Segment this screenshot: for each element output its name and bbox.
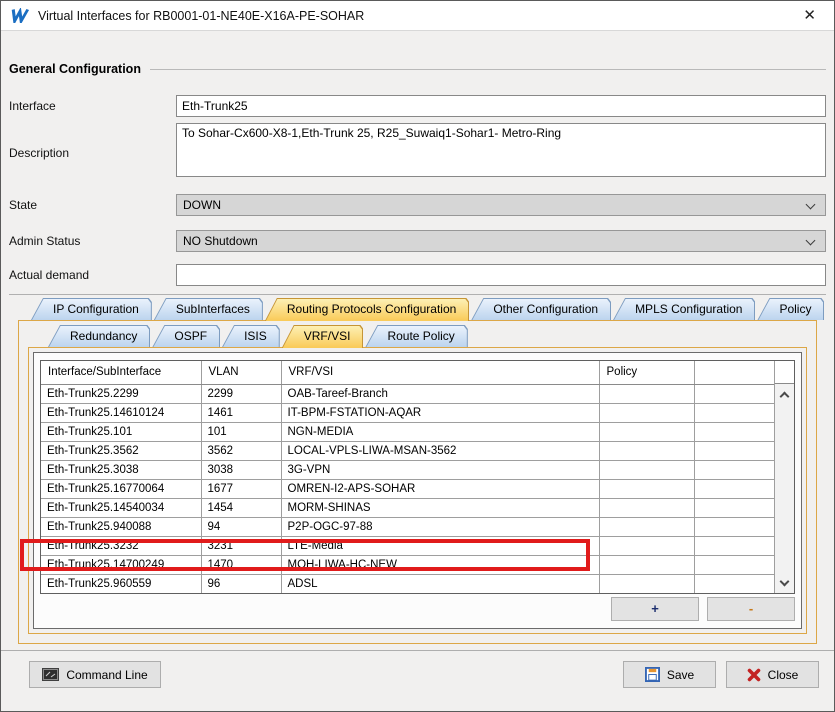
admin-status-value: NO Shutdown (183, 234, 258, 248)
table-row[interactable]: Eth-Trunk25.96055996ADSL (41, 574, 774, 593)
vrf-vsi-panel: Interface/SubInterface VLAN VRF/VSI Poli… (28, 347, 807, 634)
title-bar: Virtual Interfaces for RB0001-01-NE40E-X… (1, 1, 834, 31)
app-logo-icon (11, 8, 31, 24)
state-value: DOWN (183, 198, 221, 212)
subinterface-table: Interface/SubInterface VLAN VRF/VSI Poli… (40, 360, 795, 594)
tab-ip-configuration[interactable]: IP Configuration (31, 298, 152, 320)
description-row: Description To Sohar-Cx600-X8-1,Eth-Trun… (9, 123, 826, 182)
group-heading: General Configuration (9, 62, 141, 76)
tab-mpls-configuration[interactable]: MPLS Configuration (613, 298, 755, 320)
dialog-body: General Configuration Interface Descript… (1, 62, 834, 644)
general-configuration-header: General Configuration (9, 62, 826, 76)
col-vrf-vsi[interactable]: VRF/VSI (281, 361, 599, 384)
console-icon (42, 668, 59, 681)
tab-routing-protocols-configuration[interactable]: Routing Protocols Configuration (265, 298, 469, 321)
interface-label: Interface (9, 99, 176, 113)
scroll-up-button[interactable] (775, 384, 794, 404)
close-button[interactable]: Close (726, 661, 819, 688)
chevron-down-icon (780, 576, 790, 586)
actual-demand-row: Actual demand (9, 264, 826, 286)
row-actions: + - (40, 597, 795, 621)
routing-protocols-panel: Redundancy OSPF ISIS VRF/VSI Route Polic… (18, 320, 817, 644)
tab-isis[interactable]: ISIS (222, 325, 280, 347)
admin-status-row: Admin Status NO Shutdown (9, 230, 826, 252)
vertical-scrollbar[interactable] (774, 361, 794, 593)
tab-redundancy[interactable]: Redundancy (48, 325, 150, 347)
table-row[interactable]: Eth-Trunk25.94008894P2P-OGC-97-88 (41, 517, 774, 536)
tab-other-configuration[interactable]: Other Configuration (471, 298, 611, 320)
col-interface-subinterface[interactable]: Interface/SubInterface (41, 361, 201, 384)
state-row: State DOWN (9, 194, 826, 216)
save-icon (645, 667, 660, 682)
primary-tab-bar: IP Configuration SubInterfaces Routing P… (31, 298, 826, 320)
table-row[interactable]: Eth-Trunk25.35623562LOCAL-VPLS-LIWA-MSAN… (41, 441, 774, 460)
admin-status-dropdown[interactable]: NO Shutdown (176, 230, 826, 252)
tab-ospf[interactable]: OSPF (152, 325, 220, 347)
description-input[interactable]: To Sohar-Cx600-X8-1,Eth-Trunk 25, R25_Su… (176, 123, 826, 177)
actual-demand-input[interactable] (176, 264, 826, 286)
close-red-x-icon (747, 668, 761, 682)
window-title: Virtual Interfaces for RB0001-01-NE40E-X… (38, 9, 795, 23)
table-row-highlighted[interactable]: Eth-Trunk25.32323231LTE-Media (41, 536, 774, 555)
save-button[interactable]: Save (623, 661, 716, 688)
tab-route-policy[interactable]: Route Policy (365, 325, 467, 347)
add-row-button[interactable]: + (611, 597, 699, 621)
col-spare (694, 361, 774, 384)
footer-bar: Command Line Save Close (1, 651, 834, 688)
vrf-vsi-content: Interface/SubInterface VLAN VRF/VSI Poli… (33, 352, 802, 629)
window-close-button[interactable]: ✕ (795, 2, 824, 30)
remove-row-button[interactable]: - (707, 597, 795, 621)
interface-row: Interface (9, 95, 826, 117)
description-label: Description (9, 146, 176, 160)
state-label: State (9, 198, 176, 212)
command-line-button[interactable]: Command Line (29, 661, 161, 688)
heading-rule (150, 69, 826, 70)
tab-policy[interactable]: Policy (757, 298, 824, 320)
chevron-up-icon (780, 391, 790, 401)
admin-status-label: Admin Status (9, 234, 176, 248)
table-header-row: Interface/SubInterface VLAN VRF/VSI Poli… (41, 361, 774, 384)
table-row[interactable]: Eth-Trunk25.147002491470MOH-LIWA-HC-NEW (41, 555, 774, 574)
table-row[interactable]: Eth-Trunk25.101101NGN-MEDIA (41, 422, 774, 441)
chevron-down-icon (806, 200, 816, 210)
virtual-interfaces-dialog: Virtual Interfaces for RB0001-01-NE40E-X… (0, 0, 835, 712)
col-policy[interactable]: Policy (599, 361, 694, 384)
state-dropdown[interactable]: DOWN (176, 194, 826, 216)
scroll-down-button[interactable] (775, 573, 794, 593)
chevron-down-icon (806, 236, 816, 246)
scrollbar-header-spacer (775, 361, 794, 384)
table-row[interactable]: Eth-Trunk25.167700641677OMREN-I2-APS-SOH… (41, 479, 774, 498)
table-row[interactable]: Eth-Trunk25.303830383G-VPN (41, 460, 774, 479)
secondary-tab-bar: Redundancy OSPF ISIS VRF/VSI Route Polic… (48, 325, 807, 347)
tab-vrf-vsi[interactable]: VRF/VSI (282, 325, 364, 348)
tab-subinterfaces[interactable]: SubInterfaces (154, 298, 263, 320)
table-row[interactable]: Eth-Trunk25.22992299OAB-Tareef-Branch (41, 384, 774, 403)
actual-demand-label: Actual demand (9, 268, 176, 282)
section-divider (9, 294, 826, 295)
col-vlan[interactable]: VLAN (201, 361, 281, 384)
table-row[interactable]: Eth-Trunk25.145400341454MORM-SHINAS (41, 498, 774, 517)
interface-input[interactable] (176, 95, 826, 117)
table-row[interactable]: Eth-Trunk25.146101241461IT-BPM-FSTATION-… (41, 403, 774, 422)
scrollbar-track[interactable] (775, 404, 794, 573)
